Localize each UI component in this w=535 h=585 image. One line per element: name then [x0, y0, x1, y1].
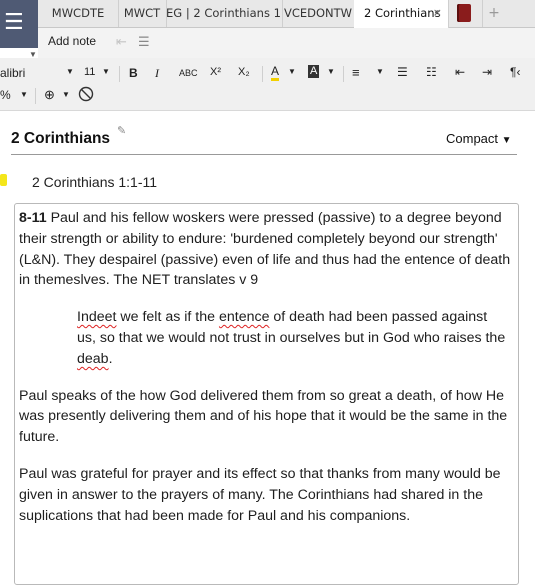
hamburger-menu-icon: ☰: [4, 10, 24, 35]
note-paragraph: Paul was grateful for prayer and its eff…: [19, 465, 501, 524]
note-toolbar: Add note ⇤ ☰: [38, 28, 535, 58]
note-text: Paul and his fellow woskers were pressed…: [19, 210, 511, 289]
text-color-button[interactable]: A: [271, 65, 280, 81]
view-mode-label: Compact: [446, 131, 499, 146]
edit-title-pencil-icon[interactable]: ✎: [117, 124, 126, 137]
tab-label: EG | 2 Corinthians 1:8: [166, 6, 283, 20]
tab-mwct[interactable]: MWCT: [118, 0, 167, 27]
link-dropdown-icon[interactable]: ▼: [20, 90, 28, 99]
panel-menu-button[interactable]: ☰: [0, 0, 38, 48]
numbered-list-icon[interactable]: ☷: [426, 65, 437, 79]
note-editor[interactable]: 8-11 Paul and his fellow woskers were pr…: [14, 203, 519, 585]
font-size-select[interactable]: 11: [84, 66, 95, 78]
font-family-dropdown-icon[interactable]: ▼: [66, 67, 74, 76]
view-mode-dropdown[interactable]: Compact ▼: [446, 131, 512, 146]
chevron-down-icon: ▼: [501, 135, 512, 146]
note-paragraph: 8-11 Paul and his fellow woskers were pr…: [19, 208, 511, 291]
align-dropdown-icon[interactable]: ▼: [376, 67, 384, 76]
note-text: .: [108, 350, 113, 367]
book-icon: [457, 4, 471, 22]
no-format-icon[interactable]: [78, 86, 94, 105]
toolbar-divider: [262, 66, 263, 82]
highlight-button[interactable]: A: [308, 65, 320, 78]
italic-button[interactable]: I: [155, 66, 159, 81]
tab-bar: MWCDTE MWCT EG | 2 Corinthians 1:8 VCEDO…: [0, 0, 535, 28]
text-color-dropdown-icon[interactable]: ▼: [288, 67, 296, 76]
close-tab-icon[interactable]: ×: [433, 0, 442, 26]
font-family-select[interactable]: alibri: [0, 66, 25, 80]
tab-eg-2-corinthians[interactable]: EG | 2 Corinthians 1:8: [166, 0, 283, 27]
indent-list-icon[interactable]: ☰: [138, 35, 150, 50]
bold-button[interactable]: B: [129, 66, 138, 80]
tab-label: MWCDTE: [51, 6, 105, 20]
decrease-indent-icon[interactable]: ⇤: [455, 65, 465, 79]
document-title[interactable]: 2 Corinthians: [11, 130, 110, 148]
passage-reference[interactable]: 2 Corinthians 1:1-11: [32, 174, 157, 190]
format-toolbar: alibri ▼ 11 ▼ B I ABC X² X₂ A ▼ A ▼ ≡ ▼ …: [0, 58, 535, 111]
misspelled-word[interactable]: Indeet: [77, 309, 116, 325]
toolbar-divider: [35, 88, 36, 104]
highlight-marker[interactable]: [0, 174, 7, 186]
add-note-button[interactable]: Add note: [48, 34, 96, 48]
block-quote: Indeet we felt as if the entence of deat…: [77, 307, 507, 369]
misspelled-word[interactable]: deab: [77, 351, 109, 367]
globe-icon[interactable]: ⊕: [44, 87, 55, 103]
tab-book[interactable]: [448, 0, 483, 27]
tab-label: VCEDONTW: [283, 6, 353, 20]
language-dropdown-icon[interactable]: ▼: [62, 90, 70, 99]
increase-indent-icon[interactable]: ⇥: [482, 65, 492, 79]
tab-2-corinthians[interactable]: 2 Corinthians ×: [354, 0, 449, 28]
tab-label: MWCT: [123, 6, 161, 20]
note-paragraph: Paul speaks of the how God delivered the…: [19, 387, 508, 446]
tab-mwcdte[interactable]: MWCDTE: [38, 0, 119, 27]
font-size-dropdown-icon[interactable]: ▼: [102, 67, 110, 76]
tab-vcedontw[interactable]: VCEDONTW: [282, 0, 355, 27]
outdent-icon[interactable]: ⇤: [116, 35, 127, 50]
note-text: we felt as if the: [116, 309, 219, 326]
tab-label: 2 Corinthians: [364, 6, 441, 20]
align-left-icon[interactable]: ≡: [352, 65, 360, 80]
paragraph-direction-icon[interactable]: ¶‹: [510, 65, 520, 79]
misspelled-word[interactable]: entence: [219, 309, 270, 325]
new-tab-button[interactable]: +: [485, 0, 503, 27]
link-icon[interactable]: %: [0, 88, 11, 102]
note-content[interactable]: 8-11 Paul and his fellow woskers were pr…: [19, 208, 511, 542]
verse-range-label: 8-11: [19, 210, 47, 226]
toolbar-divider: [119, 66, 120, 82]
highlight-dropdown-icon[interactable]: ▼: [327, 67, 335, 76]
toolbar-divider: [343, 66, 344, 82]
bullet-list-icon[interactable]: ☰: [397, 65, 408, 79]
small-caps-button[interactable]: ABC: [179, 68, 198, 78]
header-divider: [11, 154, 517, 155]
subscript-button[interactable]: X₂: [238, 66, 250, 78]
superscript-button[interactable]: X²: [210, 66, 221, 78]
